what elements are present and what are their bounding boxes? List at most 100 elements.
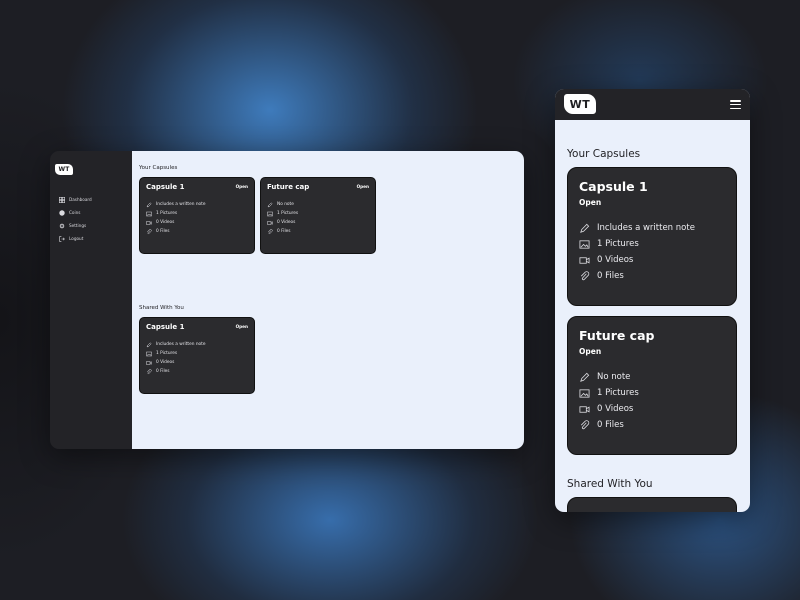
files-count: 0 Files	[277, 229, 291, 234]
mobile-header: WT	[555, 89, 750, 120]
status-badge: Open	[235, 324, 248, 329]
coin-icon	[59, 209, 65, 216]
sidebar-item-dashboard[interactable]: Dashboard	[59, 193, 92, 206]
files-count: 0 Files	[597, 420, 624, 430]
list-item: 0 Videos	[579, 252, 695, 268]
note-text: Includes a written note	[156, 342, 206, 347]
sidebar-item-label: Logout	[69, 236, 84, 241]
note-text: No note	[597, 372, 631, 382]
capsule-title: Capsule 1	[146, 323, 185, 331]
capsule-card[interactable]: Future cap Open No note 1 Pictures 0 Vid…	[567, 316, 737, 455]
capsule-card[interactable]: Capsule 1 Open Includes a written note 1…	[567, 167, 737, 306]
status-badge: Open	[579, 347, 602, 356]
sidebar-item-coins[interactable]: Coins	[59, 206, 92, 219]
image-icon	[146, 211, 152, 216]
status-badge: Open	[579, 198, 602, 207]
video-icon	[146, 360, 152, 365]
mobile-window: WT Your Capsules Capsule 1 Open Includes…	[555, 89, 750, 512]
pencil-icon	[267, 201, 273, 207]
pictures-count: 1 Pictures	[597, 388, 639, 398]
pencil-icon	[580, 372, 590, 382]
sidebar-item-label: Coins	[69, 210, 81, 215]
pencil-icon	[580, 223, 590, 233]
section-title-shared-with-you: Shared With You	[567, 478, 653, 490]
image-icon	[267, 211, 273, 216]
list-item: 0 Files	[579, 417, 639, 433]
paperclip-icon	[580, 419, 590, 429]
videos-count: 0 Videos	[277, 220, 296, 225]
capsule-card[interactable]: Future cap Open No note 1 Pictures 0 Vid…	[260, 177, 376, 254]
note-text: No note	[277, 202, 294, 207]
capsule-title: Future cap	[579, 328, 655, 343]
files-count: 0 Files	[156, 369, 170, 374]
sidebar-item-settings[interactable]: Settings	[59, 219, 92, 232]
pictures-count: 1 Pictures	[277, 211, 299, 216]
pictures-count: 1 Pictures	[156, 211, 178, 216]
sidebar-item-logout[interactable]: Logout	[59, 232, 92, 245]
capsule-title: Capsule 1	[146, 183, 185, 191]
paperclip-icon	[147, 228, 152, 234]
status-badge: Open	[356, 184, 369, 189]
capsule-card[interactable]: Capsule 1 Open Includes a written note 1…	[139, 177, 255, 254]
pencil-icon	[146, 341, 152, 347]
video-icon	[146, 220, 152, 225]
logo[interactable]: WT	[55, 164, 73, 175]
image-icon	[579, 239, 590, 249]
desktop-window: WT Dashboard Coins Settings Logout Your …	[50, 151, 524, 449]
hamburger-menu-icon[interactable]	[730, 100, 741, 109]
files-count: 0 Files	[156, 229, 170, 234]
sidebar-nav: Dashboard Coins Settings Logout	[59, 193, 92, 245]
list-item: 0 Files	[579, 268, 695, 284]
list-item: 0 Videos	[579, 401, 639, 417]
list-item: 1 Pictures	[579, 236, 695, 252]
sidebar-item-label: Dashboard	[69, 197, 92, 202]
sidebar-item-label: Settings	[69, 223, 87, 228]
sidebar: WT Dashboard Coins Settings Logout	[50, 151, 132, 449]
videos-count: 0 Videos	[597, 255, 634, 265]
list-item: 0 Files	[146, 367, 206, 376]
video-icon	[267, 220, 273, 225]
pictures-count: 1 Pictures	[597, 239, 639, 249]
section-title-your-capsules: Your Capsules	[139, 165, 178, 171]
video-icon	[579, 405, 590, 413]
shared-capsule-card[interactable]: Capsule 1 Open Includes a written note 1…	[139, 317, 255, 394]
shared-capsule-card[interactable]	[567, 497, 737, 512]
image-icon	[579, 388, 590, 398]
list-item: 1 Pictures	[146, 349, 206, 358]
list-item: 1 Pictures	[146, 209, 206, 218]
list-item: 0 Files	[146, 227, 206, 236]
list-item: Includes a written note	[146, 340, 206, 349]
pictures-count: 1 Pictures	[156, 351, 178, 356]
dashboard-icon	[59, 196, 65, 203]
pencil-icon	[146, 201, 152, 207]
list-item: 0 Videos	[146, 358, 206, 367]
capsule-title: Capsule 1	[579, 179, 648, 194]
list-item: 0 Videos	[267, 218, 298, 227]
list-item: No note	[267, 200, 298, 209]
paperclip-icon	[580, 270, 590, 280]
videos-count: 0 Videos	[156, 220, 175, 225]
videos-count: 0 Videos	[597, 404, 634, 414]
section-title-shared-with-you: Shared With You	[139, 305, 184, 311]
videos-count: 0 Videos	[156, 360, 175, 365]
list-item: 1 Pictures	[267, 209, 298, 218]
capsule-title: Future cap	[267, 183, 310, 191]
list-item: Includes a written note	[146, 200, 206, 209]
paperclip-icon	[147, 368, 152, 374]
image-icon	[146, 351, 152, 356]
list-item: 0 Files	[267, 227, 298, 236]
logout-icon	[59, 235, 65, 242]
list-item: No note	[579, 369, 639, 385]
list-item: Includes a written note	[579, 220, 695, 236]
paperclip-icon	[268, 228, 273, 234]
gear-icon	[59, 223, 65, 229]
list-item: 1 Pictures	[579, 385, 639, 401]
list-item: 0 Videos	[146, 218, 206, 227]
note-text: Includes a written note	[597, 223, 695, 233]
main-content: Your Capsules Capsule 1 Open Includes a …	[132, 151, 524, 449]
logo[interactable]: WT	[564, 94, 596, 114]
status-badge: Open	[235, 184, 248, 189]
files-count: 0 Files	[597, 271, 624, 281]
section-title-your-capsules: Your Capsules	[567, 148, 641, 160]
video-icon	[579, 256, 590, 264]
